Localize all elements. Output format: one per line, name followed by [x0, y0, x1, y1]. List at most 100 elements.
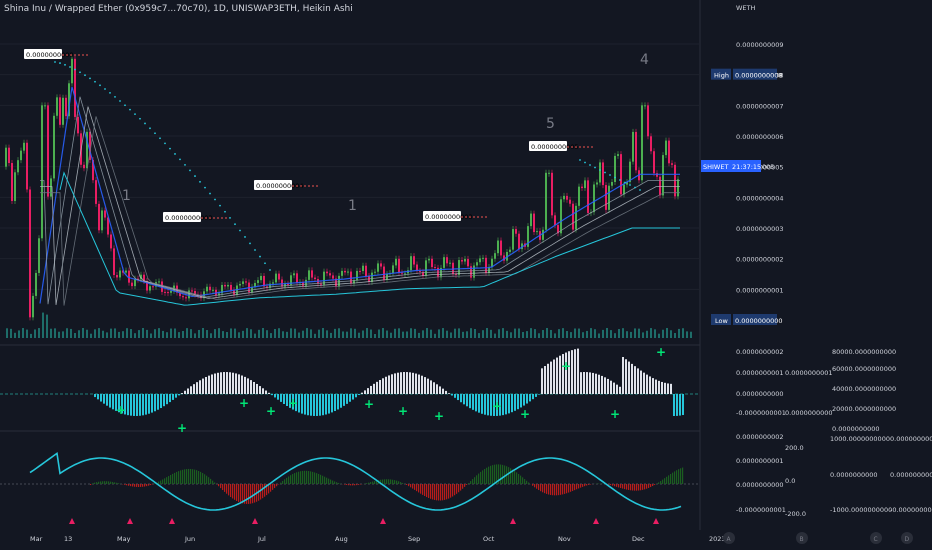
volume-bar: [466, 331, 468, 338]
pane2-bar: [133, 394, 135, 416]
pane2-bar: [310, 394, 312, 416]
candle-body: [41, 105, 43, 239]
candle-body: [446, 257, 448, 264]
volume-bar: [106, 332, 108, 338]
last-price-suffix: 005: [762, 163, 774, 171]
pane3-bar: [382, 479, 384, 484]
candle-body: [596, 182, 598, 185]
pane3-bar: [550, 484, 552, 495]
pane3-bar: [482, 470, 484, 484]
pane2-bar: [331, 394, 333, 413]
pane3-bar: [112, 481, 114, 484]
volume-bar: [614, 333, 616, 338]
pane2-bar: [592, 372, 594, 394]
candle-body: [569, 199, 571, 204]
pane3-bar: [574, 484, 576, 491]
pane2-bar: [433, 382, 435, 394]
pane2-bar: [205, 376, 207, 394]
time-label-1: 13: [64, 535, 72, 543]
pane2-bar: [172, 394, 174, 400]
pane2-bar: [199, 380, 201, 394]
pane3-bar: [162, 479, 164, 484]
volume-bar: [586, 330, 588, 338]
volume-bar: [138, 330, 140, 338]
candle-body: [641, 105, 643, 181]
pane3-wave: [29, 452, 682, 511]
pane3-bar: [584, 484, 586, 487]
candle-body: [314, 277, 316, 280]
pane3-bar: [308, 471, 310, 484]
volume-bar: [470, 328, 472, 338]
pane3-bar: [526, 480, 528, 484]
volume-bar: [366, 328, 368, 338]
volume-bar: [378, 329, 380, 338]
pane3-marker: [69, 518, 75, 524]
candle-body: [374, 271, 376, 273]
pane3-bar: [430, 484, 432, 499]
pane3-bar: [582, 484, 584, 487]
volume-bar: [222, 331, 224, 338]
volume-bar: [158, 328, 160, 338]
candle-body: [245, 281, 247, 283]
psar-dot: [169, 147, 171, 150]
pane2-bar: [166, 394, 168, 405]
volume-bar: [354, 328, 356, 338]
psar-dot: [69, 66, 71, 68]
volume-bar: [310, 329, 312, 338]
pane2-bar: [223, 372, 225, 394]
pane3-bar: [560, 484, 562, 495]
psar-dot: [94, 80, 96, 83]
pane2-bar: [370, 385, 372, 394]
candle-body: [35, 272, 37, 296]
pane3-bar: [630, 484, 632, 491]
candle-body: [629, 161, 631, 183]
candle-body: [371, 272, 373, 282]
pane3-bar: [394, 480, 396, 484]
pane3-bar: [682, 467, 684, 484]
pane3-bar: [280, 482, 282, 484]
pane2-left-tick-1: 0.0000000001: [736, 369, 784, 377]
psar-dot: [244, 236, 246, 238]
pane3-bar: [668, 475, 670, 484]
pane3-bar: [142, 484, 144, 487]
pane3-bar: [540, 484, 542, 492]
psar-dot: [234, 223, 236, 226]
pane3-bar: [104, 481, 106, 484]
pane3-bar: [316, 473, 318, 484]
pane2-bar: [313, 394, 315, 416]
psar-dot: [224, 210, 226, 213]
pane3-mid-tick-2: -200.0: [785, 510, 806, 518]
pane3-bar: [108, 481, 110, 484]
pane2-bar: [523, 394, 525, 406]
pane3-bar: [516, 472, 518, 484]
pane2-bar: [448, 393, 450, 394]
pane2-bar: [667, 383, 669, 394]
psar-dot: [229, 217, 231, 219]
pane3-bar: [676, 470, 678, 484]
pane3-marker: [593, 518, 599, 524]
pane3-right-a-2: -1000.0000000000: [830, 506, 892, 514]
pane3-bar: [520, 475, 522, 484]
pane2-signal: +: [266, 404, 276, 418]
pane2-right-tick-2: 40000.0000000000: [832, 385, 896, 393]
pane3-bar: [670, 473, 672, 484]
candle-body: [362, 265, 364, 272]
pane3-bar: [434, 484, 436, 500]
chart-canvas[interactable]: 0.00000000090.00000000080.00000000070.00…: [0, 0, 932, 550]
pane3-bar: [666, 476, 668, 484]
pane3-bar: [126, 484, 128, 486]
pane2-bar: [319, 394, 321, 416]
candle-body: [53, 115, 55, 179]
pane2-bar: [589, 372, 591, 394]
pane2-bar: [202, 378, 204, 394]
pane3-bar: [330, 479, 332, 484]
volume-bar: [662, 329, 664, 338]
pane2-bar: [307, 394, 309, 416]
psar-dot: [184, 163, 186, 166]
pane2-bar: [277, 394, 279, 400]
pane2-bar: [451, 394, 453, 396]
candle-body: [65, 97, 67, 117]
volume-bar: [318, 329, 320, 338]
volume-bar: [166, 332, 168, 338]
pane3-bar: [464, 484, 466, 487]
